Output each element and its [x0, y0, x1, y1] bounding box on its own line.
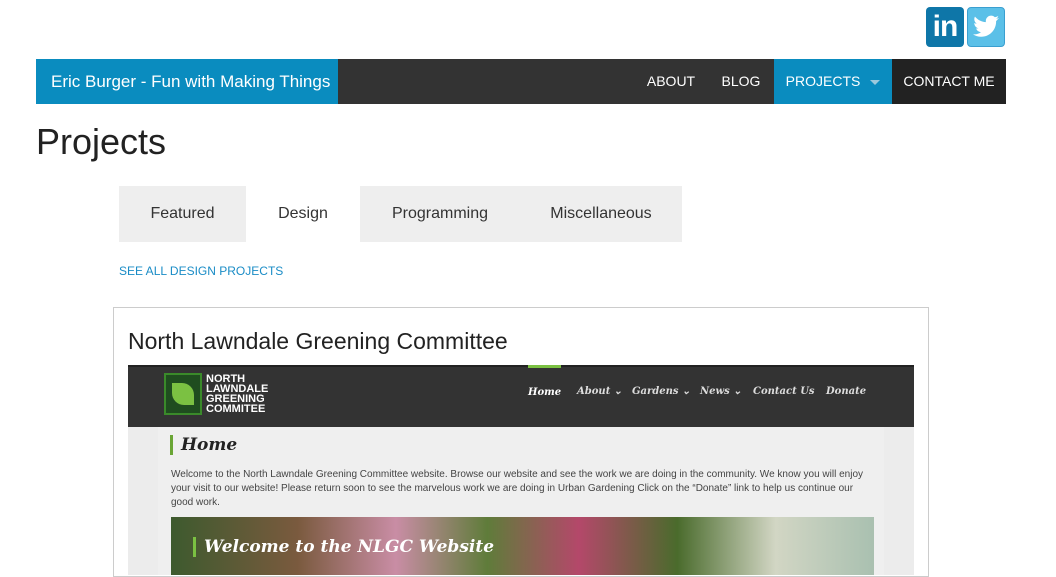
- screenshot-banner-image: Welcome to the NLGC Website: [171, 517, 874, 575]
- project-card[interactable]: North Lawndale Greening Committee NORTH …: [113, 307, 929, 577]
- linkedin-icon[interactable]: in: [926, 7, 964, 47]
- screenshot-body: Home Welcome to the North Lawndale Green…: [128, 427, 914, 575]
- site-brand-link[interactable]: Eric Burger - Fun with Making Things: [36, 59, 338, 104]
- screenshot-nav-home: Home: [528, 365, 562, 428]
- nav-projects-label: PROJECTS: [785, 73, 861, 89]
- nlgc-logo: NORTH LAWNDALE GREENING COMMITEE: [164, 373, 269, 415]
- twitter-bird-icon: [973, 15, 999, 37]
- twitter-icon[interactable]: [967, 7, 1005, 47]
- tab-design[interactable]: Design: [246, 186, 360, 242]
- nav-contact-me[interactable]: CONTACT ME: [892, 59, 1006, 104]
- tab-featured[interactable]: Featured: [119, 186, 246, 242]
- see-all-design-projects-link[interactable]: SEE ALL DESIGN PROJECTS: [119, 264, 283, 278]
- screenshot-nav-gardens: Gardens ⌄: [632, 386, 691, 397]
- screenshot-banner-title: Welcome to the NLGC Website: [193, 537, 494, 557]
- project-title[interactable]: North Lawndale Greening Committee: [128, 328, 508, 355]
- nav-projects[interactable]: PROJECTS: [774, 59, 892, 104]
- nav-about[interactable]: ABOUT: [634, 59, 708, 104]
- screenshot-nav-news: News ⌄: [700, 386, 742, 397]
- nav-blog[interactable]: BLOG: [712, 59, 770, 104]
- social-links: in: [926, 7, 1005, 47]
- page-title: Projects: [36, 121, 167, 162]
- chevron-down-icon: [870, 79, 881, 85]
- top-navigation-bar: Eric Burger - Fun with Making Things ABO…: [36, 59, 1006, 104]
- screenshot-heading: Home: [170, 435, 237, 455]
- screenshot-nav-contact: Contact Us: [753, 386, 815, 397]
- project-screenshot[interactable]: NORTH LAWNDALE GREENING COMMITEE Home Ab…: [128, 365, 914, 575]
- screenshot-paragraph: Welcome to the North Lawndale Greening C…: [171, 469, 864, 508]
- screenshot-header: NORTH LAWNDALE GREENING COMMITEE Home Ab…: [128, 365, 914, 427]
- nlgc-logo-text: NORTH LAWNDALE GREENING COMMITEE: [206, 373, 269, 415]
- project-category-tabs: Featured Design Programming Miscellaneou…: [119, 186, 682, 242]
- leaf-icon: [164, 373, 202, 415]
- screenshot-nav-donate: Donate: [826, 386, 867, 397]
- screenshot-nav-about: About ⌄: [577, 386, 623, 397]
- screenshot-content: Home Welcome to the North Lawndale Green…: [158, 427, 884, 575]
- tab-programming[interactable]: Programming: [360, 186, 520, 242]
- tab-miscellaneous[interactable]: Miscellaneous: [520, 186, 682, 242]
